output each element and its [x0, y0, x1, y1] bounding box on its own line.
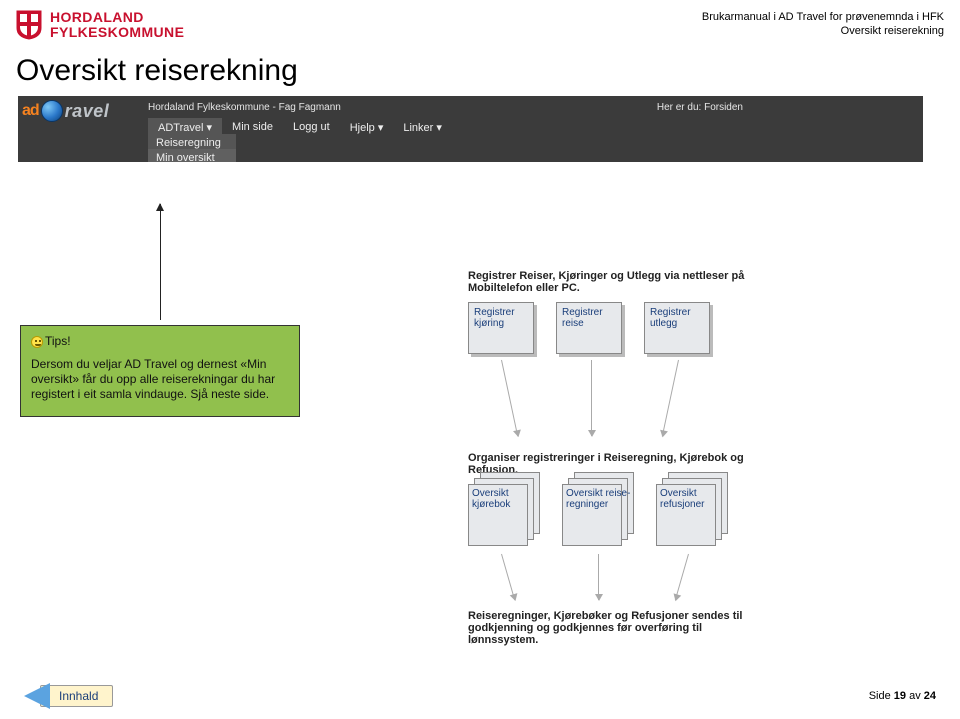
section1-text: Registrer Reiser, Kjøringer og Utlegg vi… — [468, 270, 758, 294]
manual-title: Brukarmanual i AD Travel for prøvenemnda… — [702, 10, 944, 24]
back-label: Innhald — [40, 685, 113, 707]
tip-box: Tips! Dersom du veljar AD Travel og dern… — [20, 325, 300, 417]
logo-ad-text: ad — [22, 102, 39, 120]
btn-registrer-kjoring[interactable]: Registrer kjøring — [468, 302, 534, 354]
breadcrumb-left: Hordaland Fylkeskommune - Fag Fagmann — [148, 102, 341, 113]
back-link[interactable]: Innhald — [24, 683, 113, 709]
tip-body: Dersom du veljar AD Travel og dernest «M… — [31, 357, 289, 402]
header-right: Brukarmanual i AD Travel for prøvenemnda… — [702, 10, 944, 38]
btn-oversikt-kjorebok[interactable]: Oversikt kjørebok — [468, 472, 540, 544]
flow-arrow-icon — [501, 360, 518, 437]
btn-registrer-reise[interactable]: Registrer reise — [556, 302, 622, 354]
shield-icon — [16, 10, 42, 40]
btn-oversikt-reiseregninger[interactable]: Oversikt reise-regninger — [562, 472, 634, 544]
stack-label: Oversikt refusjoner — [660, 488, 728, 510]
tip-title: Tips! — [31, 334, 289, 349]
chevron-down-icon: ▾ — [378, 122, 384, 134]
manual-section: Oversikt reiserekning — [702, 24, 944, 38]
flow-arrow-icon — [501, 554, 515, 600]
org-name: HORDALAND FYLKESKOMMUNE — [50, 10, 184, 40]
stack-label: Oversikt kjørebok — [472, 488, 540, 510]
org-line1: HORDALAND — [50, 10, 184, 25]
stack-label: Oversikt reise-regninger — [566, 488, 634, 510]
page-footer: Innhald Side 19 av 24 — [0, 683, 960, 709]
nav-linker[interactable]: Linker ▾ — [393, 118, 452, 137]
flow-arrow-icon — [662, 360, 679, 437]
callout-arrow-icon — [160, 204, 161, 320]
page-header: HORDALAND FYLKESKOMMUNE Brukarmanual i A… — [0, 0, 960, 40]
logo-ravel-text: ravel — [65, 101, 110, 122]
chevron-down-icon: ▾ — [207, 122, 213, 134]
page-number: Side 19 av 24 — [869, 690, 936, 702]
overview-row: Oversikt kjørebok Oversikt reise-regning… — [468, 472, 728, 544]
register-row: Registrer kjøring Registrer reise Regist… — [468, 302, 710, 354]
section3-text: Reiseregninger, Kjørebøker og Refusjoner… — [468, 610, 768, 646]
org-logo: HORDALAND FYLKESKOMMUNE — [16, 10, 184, 40]
app-topbar: ad ravel Hordaland Fylkeskommune - Fag F… — [18, 96, 923, 162]
btn-oversikt-refusjoner[interactable]: Oversikt refusjoner — [656, 472, 728, 544]
page-title: Oversikt reiserekning — [16, 54, 960, 88]
nav-logg-ut[interactable]: Logg ut — [283, 118, 340, 137]
app-body: Registrer Reiser, Kjøringer og Utlegg vi… — [18, 162, 923, 682]
org-line2: FYLKESKOMMUNE — [50, 25, 184, 40]
btn-registrer-utlegg[interactable]: Registrer utlegg — [644, 302, 710, 354]
adtravel-logo: ad ravel — [22, 100, 109, 122]
flow-arrow-icon — [598, 554, 599, 600]
flow-arrow-icon — [591, 360, 592, 436]
chevron-down-icon: ▾ — [436, 122, 442, 134]
smiley-icon — [31, 336, 43, 348]
globe-icon — [41, 100, 63, 122]
flow-arrow-icon — [675, 554, 689, 600]
arrow-left-icon — [24, 683, 50, 709]
breadcrumb-right: Her er du: Forsiden — [657, 102, 743, 113]
nav-hjelp[interactable]: Hjelp ▾ — [340, 118, 394, 137]
